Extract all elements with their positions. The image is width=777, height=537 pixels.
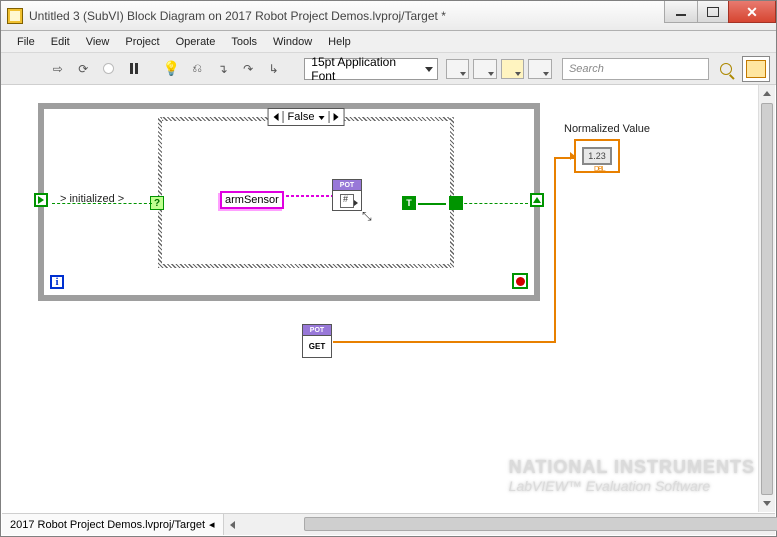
horizontal-scrollbar[interactable] [224, 514, 758, 535]
retain-wire-button[interactable]: ⎌ [186, 58, 208, 80]
shift-register-right[interactable] [530, 193, 544, 207]
refnum-constant[interactable]: armSensor [220, 191, 284, 209]
indicator-label: Normalized Value [564, 123, 650, 135]
pot-get-body: GET [303, 336, 331, 356]
menu-operate[interactable]: Operate [176, 36, 216, 48]
context-arrow-icon: ◂ [209, 518, 215, 531]
window-title: Untitled 3 (SubVI) Block Diagram on 2017… [29, 9, 446, 23]
scroll-left-button[interactable] [224, 514, 241, 535]
wire-true-const [418, 203, 446, 205]
step-into-button[interactable]: ↴ [212, 58, 234, 80]
context-cell[interactable]: 2017 Robot Project Demos.lvproj/Target ◂ [2, 514, 224, 535]
numeric-indicator[interactable]: 1.23 DBL [574, 139, 620, 173]
menu-help[interactable]: Help [328, 36, 351, 48]
menu-bar: File Edit View Project Operate Tools Win… [1, 31, 776, 53]
indicator-type: DBL [594, 166, 605, 173]
step-over-button[interactable]: ↷ [237, 58, 259, 80]
block-diagram-canvas[interactable]: > initialized > False ? armSensor [2, 85, 775, 512]
menu-view[interactable]: View [86, 36, 110, 48]
watermark-line2: LabVIEW™ Evaluation Software [509, 478, 755, 494]
case-dropdown-icon[interactable] [318, 111, 324, 123]
pause-button[interactable] [124, 58, 146, 80]
run-continuous-button[interactable]: ⟳ [73, 58, 95, 80]
menu-project[interactable]: Project [125, 36, 159, 48]
vertical-scrollbar[interactable] [758, 85, 775, 512]
toolbar: ⇨ ⟳ 💡 ⎌ ↴ ↷ ↳ 15pt Application Font Sear… [1, 53, 776, 85]
menu-edit[interactable]: Edit [51, 36, 70, 48]
loop-condition-terminal[interactable] [512, 273, 528, 289]
cursor-icon: ⤡ [362, 209, 372, 224]
search-placeholder: Search [569, 63, 604, 75]
iteration-terminal[interactable]: i [50, 275, 64, 289]
align-dropdown[interactable] [446, 59, 470, 79]
pot-vi-node[interactable]: POT [332, 179, 362, 211]
case-prev-button[interactable] [269, 109, 283, 125]
scroll-down-button[interactable] [759, 495, 775, 512]
maximize-button[interactable] [697, 1, 729, 23]
menu-tools[interactable]: Tools [231, 36, 257, 48]
refnum-label: armSensor [225, 194, 279, 206]
vi-icon[interactable] [742, 56, 770, 82]
app-icon [7, 8, 23, 24]
font-selector[interactable]: 15pt Application Font [304, 58, 438, 80]
wire-case-to-shiftreg [454, 203, 528, 204]
vertical-scroll-thumb[interactable] [761, 103, 773, 495]
scroll-up-button[interactable] [759, 85, 775, 102]
wire-shiftreg-to-case [52, 203, 152, 204]
menu-file[interactable]: File [17, 36, 35, 48]
close-button[interactable]: ✕ [728, 1, 776, 23]
watermark: NATIONAL INSTRUMENTS LabVIEW™ Evaluation… [509, 457, 755, 494]
while-loop[interactable]: > initialized > False ? armSensor [38, 103, 540, 301]
menu-window[interactable]: Window [273, 36, 312, 48]
shift-register-left[interactable] [34, 193, 48, 207]
case-selector-terminal[interactable]: ? [150, 196, 164, 210]
search-input[interactable]: Search [562, 58, 709, 80]
run-button[interactable]: ⇨ [47, 58, 69, 80]
case-selector[interactable]: False [268, 108, 345, 126]
case-structure[interactable]: False ? armSensor POT ⤡ T [158, 117, 454, 268]
indicator-direction-icon [570, 152, 575, 160]
pot-get-header: POT [303, 325, 331, 336]
wire-orange-h2 [554, 157, 574, 159]
wire-refnum-to-pot [286, 195, 332, 197]
minimize-button[interactable] [664, 1, 698, 23]
window-titlebar: Untitled 3 (SubVI) Block Diagram on 2017… [1, 1, 776, 31]
step-out-button[interactable]: ↳ [263, 58, 285, 80]
wire-orange-h1 [333, 341, 555, 343]
distribute-dropdown[interactable] [473, 59, 497, 79]
case-next-button[interactable] [329, 109, 343, 125]
abort-button[interactable] [98, 58, 120, 80]
status-bar: 2017 Robot Project Demos.lvproj/Target ◂… [2, 513, 775, 535]
pot-get-node[interactable]: POT GET [302, 324, 332, 358]
highlight-exec-button[interactable]: 💡 [161, 58, 183, 80]
indicator-value: 1.23 [582, 147, 612, 165]
watermark-line1: NATIONAL INSTRUMENTS [509, 457, 755, 478]
search-button[interactable] [713, 63, 738, 75]
context-text: 2017 Robot Project Demos.lvproj/Target [10, 519, 205, 531]
wire-orange-v1 [554, 157, 556, 343]
horizontal-scroll-thumb[interactable] [304, 517, 777, 531]
pot-header: POT [333, 180, 361, 191]
case-value: False [288, 111, 315, 123]
true-constant[interactable]: T [402, 196, 416, 210]
cleanup-dropdown[interactable] [528, 59, 552, 79]
reorder-dropdown[interactable] [501, 59, 525, 79]
pot-body-icon [340, 194, 354, 208]
